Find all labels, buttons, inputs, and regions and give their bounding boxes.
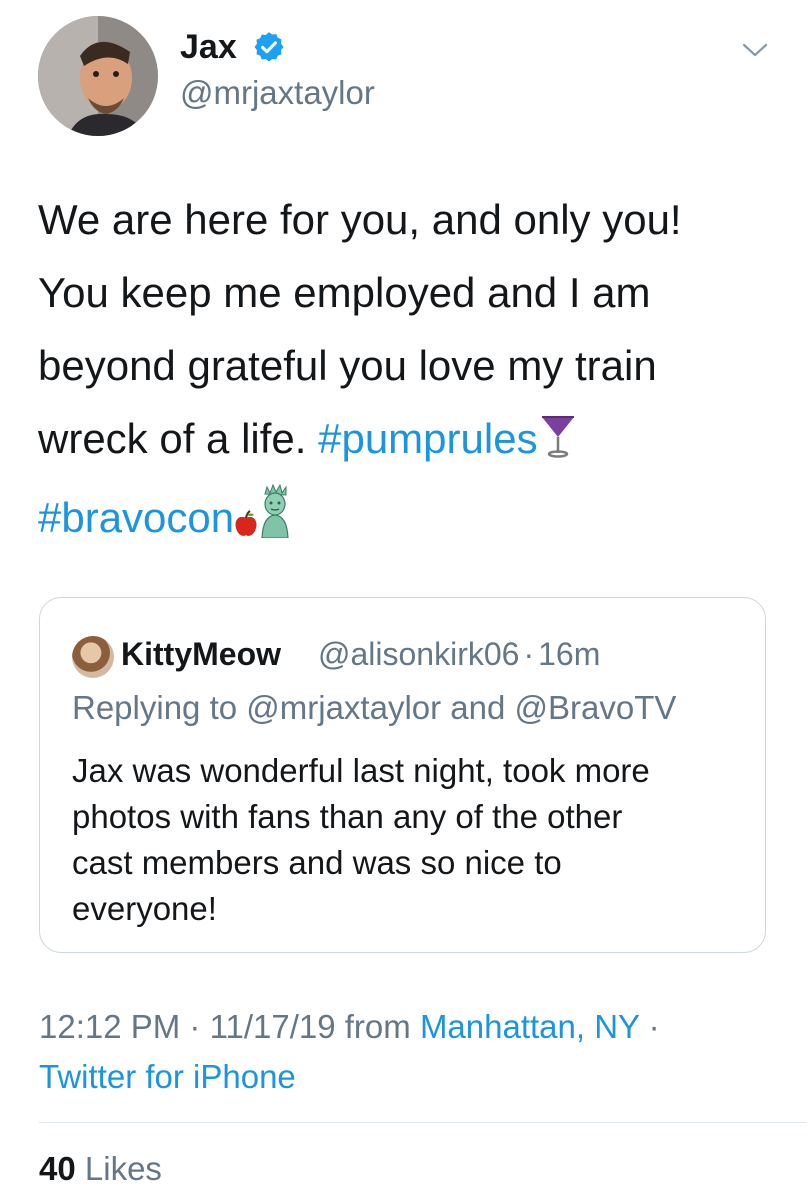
author-photo	[38, 16, 158, 136]
quoted-author-display-name: KittyMeow	[121, 636, 281, 672]
tweet-time: 12:12 PM	[39, 1008, 181, 1045]
quoted-text-line: Jax was wonderful last night, took more	[72, 752, 650, 789]
separator-dot: ·	[523, 636, 535, 672]
tweet-text-line: #bravocon	[38, 481, 778, 560]
from-label: from	[335, 1008, 420, 1045]
tweet-detail: Jax @mrjaxtaylor We are here for you, an…	[0, 0, 807, 1200]
chevron-down-icon[interactable]	[740, 40, 770, 60]
hashtag-bravocon-link[interactable]: #bravocon	[38, 494, 234, 541]
author-avatar[interactable]	[38, 16, 158, 136]
quoted-tweet-time-ago: 16m	[538, 636, 601, 672]
cocktail-glass-icon	[538, 408, 578, 481]
quoted-text-line: cast members and was so nice to	[72, 844, 562, 881]
author-display-name[interactable]: Jax	[180, 27, 237, 67]
likes-label: Likes	[75, 1150, 162, 1187]
red-apple-icon	[234, 487, 258, 560]
tweet-meta: 12:12 PM · 11/17/19 from Manhattan, NY ·…	[39, 1002, 779, 1102]
tweet-text-line: You keep me employed and I am	[38, 269, 651, 316]
tweet-text-line: wreck of a life. #pumprules	[38, 402, 778, 481]
divider	[39, 1122, 807, 1123]
tweet-text: We are here for you, and only you! You k…	[38, 183, 778, 560]
likes-stat[interactable]: 40 Likes	[39, 1145, 162, 1193]
quoted-author-handle: @alisonkirk06	[318, 636, 520, 672]
tweet-text-fragment: wreck of a life.	[38, 415, 319, 462]
likes-count: 40	[39, 1150, 76, 1187]
location-link[interactable]: Manhattan, NY	[420, 1008, 640, 1045]
source-app-link[interactable]: Twitter for iPhone	[39, 1058, 296, 1095]
tweet-meta-line: 12:12 PM · 11/17/19 from Manhattan, NY ·	[39, 1002, 779, 1052]
quoted-tweet-card[interactable]: KittyMeow @alisonkirk06 · 16m Replying to …	[39, 597, 766, 953]
quoted-author-meta: @alisonkirk06 · 16m	[318, 634, 600, 674]
tweet-text-line: We are here for you, and only you!	[38, 196, 682, 243]
author-handle[interactable]: @mrjaxtaylor	[180, 73, 375, 113]
verified-badge-icon	[254, 32, 284, 62]
quoted-author-avatar[interactable]	[72, 636, 114, 678]
quoted-text-line: photos with fans than any of the other	[72, 798, 623, 835]
tweet-meta-line: Twitter for iPhone	[39, 1052, 779, 1102]
hashtag-pumprules-link[interactable]: #pumprules	[318, 415, 537, 462]
tweet-date: 11/17/19	[209, 1008, 336, 1045]
quoted-tweet-text: Jax was wonderful last night, took more …	[72, 748, 742, 932]
replying-to-label: Replying to @mrjaxtaylor and @BravoTV	[72, 689, 677, 726]
quoted-text-line: everyone!	[72, 890, 217, 927]
separator-dot: ·	[180, 1008, 210, 1045]
separator-dot: ·	[639, 1008, 660, 1045]
tweet-text-line: beyond grateful you love my train	[38, 342, 657, 389]
statue-of-liberty-icon	[258, 483, 292, 560]
